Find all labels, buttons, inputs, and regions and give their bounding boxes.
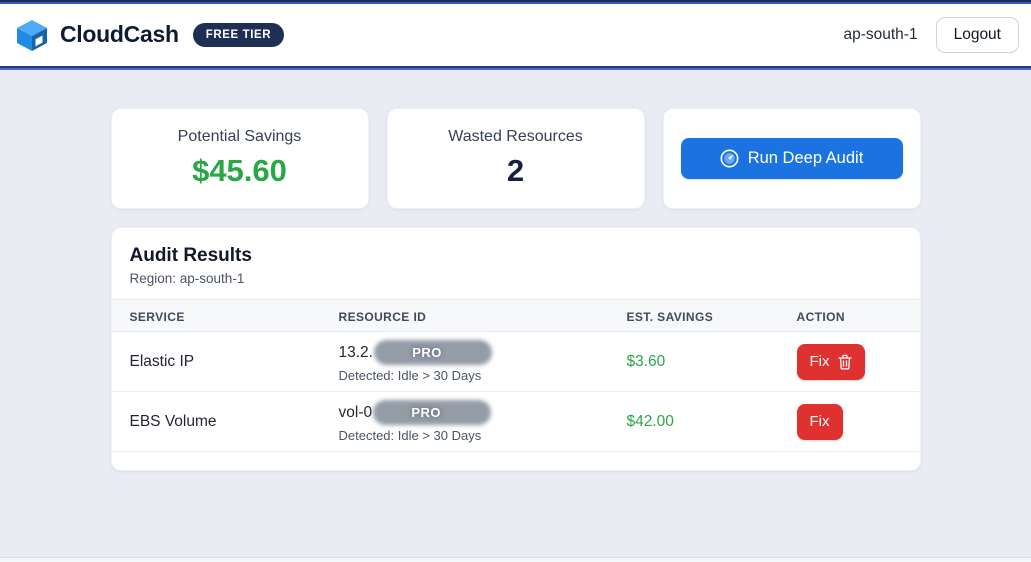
resource-id-prefix: vol-0	[338, 403, 373, 421]
stats-row: Potential Savings $45.60 Wasted Resource…	[110, 108, 921, 209]
table-row-ebs-volume: EBS Volume vol-0 PRO Detected: Idle > 30…	[111, 392, 920, 452]
compass-icon	[720, 149, 739, 168]
table-header-row: SERVICE RESOURCE ID EST. SAVINGS ACTION	[111, 299, 920, 332]
potential-savings-card: Potential Savings $45.60	[110, 108, 369, 209]
column-header-action: ACTION	[796, 310, 845, 324]
brand-group: CloudCash FREE TIER	[14, 17, 285, 53]
header-right-group: ap-south-1 Logout	[843, 16, 1019, 53]
potential-savings-value: $45.60	[192, 153, 287, 188]
estimated-savings: $42.00	[626, 412, 674, 430]
column-header-est-savings: EST. SAVINGS	[626, 310, 714, 324]
column-header-resource-id: RESOURCE ID	[338, 310, 427, 324]
pro-badge: PRO	[411, 405, 442, 420]
column-header-service: SERVICE	[129, 310, 185, 324]
page-bottom-edge	[0, 557, 1031, 562]
potential-savings-label: Potential Savings	[177, 128, 302, 145]
deep-audit-card: Run Deep Audit	[662, 108, 921, 209]
wasted-resources-label: Wasted Resources	[448, 128, 583, 145]
audit-results-card: Audit Results Region: ap-south-1 SERVICE…	[110, 227, 921, 471]
main-content: Potential Savings $45.60 Wasted Resource…	[110, 108, 921, 471]
free-tier-badge: FREE TIER	[192, 22, 285, 47]
trash-icon	[837, 354, 852, 370]
app-title: CloudCash	[60, 21, 179, 47]
run-deep-audit-button[interactable]: Run Deep Audit	[680, 138, 903, 179]
wasted-resources-card: Wasted Resources 2	[386, 108, 645, 209]
table-row-elastic-ip: Elastic IP 13.2. PRO Detected: Idle > 30…	[111, 332, 920, 392]
estimated-savings: $3.60	[626, 352, 666, 370]
audit-results-title: Audit Results	[129, 245, 252, 266]
masked-resource-pro-pill[interactable]: PRO	[373, 400, 492, 425]
fix-button[interactable]: Fix	[796, 403, 843, 440]
fix-button-label: Fix	[809, 413, 830, 430]
masked-resource-pro-pill[interactable]: PRO	[373, 340, 492, 365]
detected-status: Detected: Idle > 30 Days	[338, 368, 482, 383]
resource-id-prefix: 13.2.	[338, 343, 373, 361]
action-cell: Fix	[796, 403, 902, 440]
service-name: Elastic IP	[129, 352, 195, 370]
cube-logo-icon	[17, 19, 47, 51]
fix-button-label: Fix	[809, 353, 830, 370]
service-name: EBS Volume	[129, 412, 217, 430]
detected-status: Detected: Idle > 30 Days	[338, 428, 482, 443]
run-deep-audit-label: Run Deep Audit	[747, 149, 864, 167]
wasted-resources-value: 2	[506, 153, 525, 188]
top-navigation-bar: CloudCash FREE TIER ap-south-1 Logout	[0, 0, 1031, 70]
action-cell: Fix	[796, 343, 902, 380]
audit-region-subtitle: Region: ap-south-1	[129, 271, 245, 286]
resource-id-cell: 13.2. PRO Detected: Idle > 30 Days	[339, 340, 627, 383]
pro-badge: PRO	[412, 345, 442, 360]
fix-button[interactable]: Fix	[796, 343, 865, 380]
resource-id-cell: vol-0 PRO Detected: Idle > 30 Days	[339, 400, 627, 443]
region-indicator: ap-south-1	[843, 25, 918, 43]
audit-results-header: Audit Results Region: ap-south-1	[112, 228, 920, 299]
logout-button[interactable]: Logout	[935, 16, 1019, 53]
